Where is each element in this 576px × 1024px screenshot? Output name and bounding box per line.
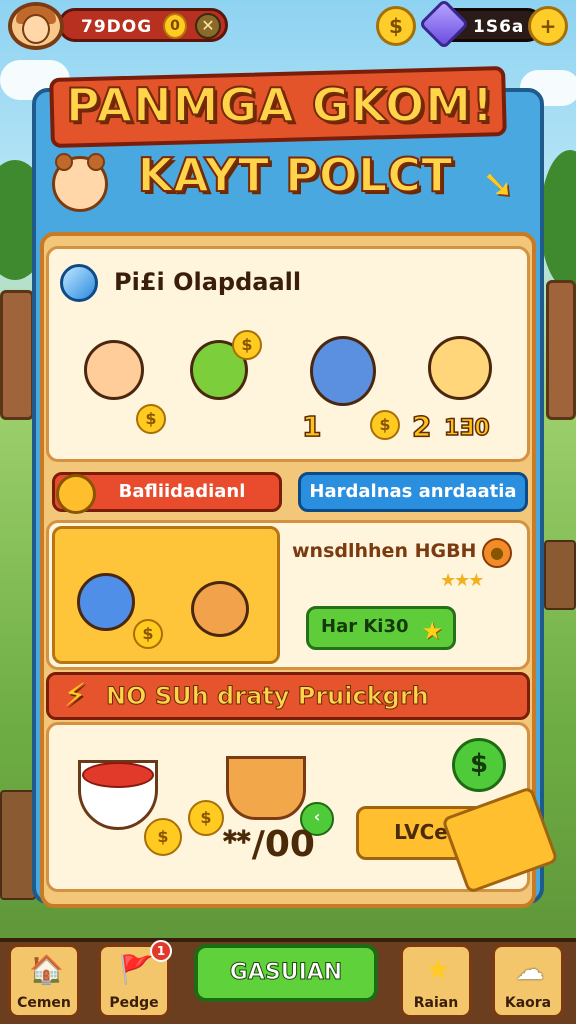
rating-stars: ★★★	[440, 570, 484, 591]
character-yellow-hair[interactable]	[428, 336, 492, 400]
house-icon: 🏠	[29, 953, 64, 986]
nav-label: Cemen	[17, 995, 71, 1011]
avatar[interactable]	[8, 2, 64, 50]
close-icon[interactable]: ✕	[195, 13, 221, 39]
coin-icon: 0	[163, 13, 187, 39]
arrow-icon[interactable]: ➘	[476, 162, 520, 206]
star-icon: ★	[425, 953, 451, 986]
nav-label: Raian	[413, 995, 459, 1011]
tree-decoration	[540, 150, 576, 290]
characters-heading: Pi£i Olapdaall	[114, 268, 302, 296]
dollar-icon[interactable]: $	[376, 6, 416, 46]
cloud-icon: ☁	[516, 953, 544, 986]
flag-icon: 🚩	[119, 953, 154, 986]
character-pink-hair[interactable]	[84, 340, 144, 400]
tab-right[interactable]: Hardalnas anrdaatia	[298, 472, 528, 512]
nav-label: Pedge	[109, 995, 159, 1011]
promo-text: wnsdlhhen HGBH	[292, 540, 477, 562]
character-blue-promo	[77, 573, 135, 631]
dollar-icon[interactable]: $	[452, 738, 506, 792]
coin-icon: $	[370, 410, 400, 440]
notification-badge: 1	[150, 940, 172, 962]
promo-image: $	[52, 526, 280, 664]
nav-item-raian[interactable]: ★ Raian	[400, 944, 472, 1018]
character-label-1: 1	[301, 409, 322, 444]
avatar-face	[22, 14, 50, 44]
food-basket-image	[226, 756, 306, 820]
character-label-2: 2	[411, 409, 432, 444]
page-subtitle: KAYT POLCT	[137, 147, 454, 203]
nav-item-home[interactable]: 🏠 Cemen	[8, 944, 80, 1018]
mascot-avatar	[52, 153, 108, 212]
fence-decoration	[0, 790, 36, 900]
nav-label: Kaora	[504, 995, 552, 1011]
character-orange-promo	[191, 581, 249, 637]
ear-icon	[87, 153, 105, 171]
coin-icon: $	[136, 404, 166, 434]
hut-decoration	[0, 290, 34, 420]
soup-image	[82, 762, 154, 788]
coin-icon: $	[232, 330, 262, 360]
ear-icon	[55, 153, 73, 171]
fence-decoration	[544, 540, 576, 610]
currency-counter: 79DOG 0 ✕	[58, 8, 228, 42]
offer-price: ᕯ/00	[222, 824, 315, 865]
orange-coin-icon: ●	[482, 538, 512, 568]
currency-value: 79DOG	[81, 17, 153, 37]
offer-banner-text: NO SUh draty Pruickgrh	[106, 682, 430, 711]
tab-left-label: Bafliidadianl	[118, 481, 246, 502]
top-bar: 79DOG 0 ✕ $ 1S6a +	[0, 0, 576, 52]
hut-decoration	[546, 280, 576, 420]
character-label-2b: 1Ǝ0	[443, 415, 490, 442]
bolt-icon: ⚡	[63, 676, 87, 714]
promo-button[interactable]: Har Ki30 ★	[306, 606, 456, 650]
coin-icon: $	[133, 619, 163, 649]
coin-icon: $	[188, 800, 224, 836]
nav-main-button[interactable]: GASUIAN	[194, 944, 378, 1002]
promo-button-label: Har Ki30	[321, 616, 409, 637]
character-blue-hood[interactable]	[310, 336, 376, 406]
blue-coin-icon	[60, 264, 98, 302]
tab-right-label: Hardalnas anrdaatia	[309, 481, 517, 502]
nav-item-kaora[interactable]: ☁ Kaora	[492, 944, 564, 1018]
plus-icon[interactable]: +	[528, 6, 568, 46]
star-icon: ★	[421, 617, 443, 645]
page-title: PANMGA GKOM!	[65, 77, 494, 133]
gem-value: 1S6a	[473, 17, 525, 37]
coin-icon: $	[144, 818, 182, 856]
badge-icon	[56, 474, 96, 514]
